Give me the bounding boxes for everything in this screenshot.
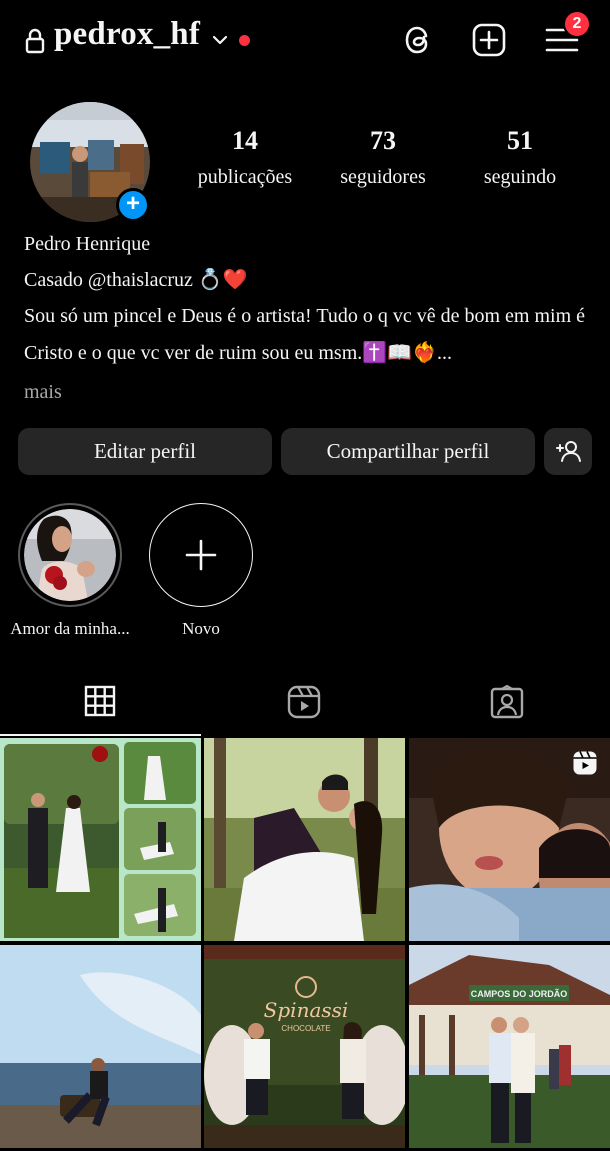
profile-name: Pedro Henrique <box>24 233 151 255</box>
stat-following-label: seguindo <box>483 166 557 188</box>
post-thumbnail[interactable]: Spinassi CHOCOLATE <box>204 945 405 1148</box>
tab-grid[interactable] <box>0 672 203 736</box>
stat-following-count: 51 <box>507 126 533 155</box>
add-story-plus-icon[interactable]: + <box>116 188 150 222</box>
highlight-new-label: Novo <box>182 619 220 638</box>
stat-followers-count: 73 <box>370 126 396 155</box>
stat-followers-label: seguidores <box>340 166 426 188</box>
profile-tabs <box>0 672 610 736</box>
post-image <box>0 738 201 941</box>
notification-badge: 2 <box>563 10 591 38</box>
post-thumbnail[interactable] <box>0 738 201 941</box>
highlight-new[interactable]: Novo <box>149 503 253 639</box>
plus-icon <box>185 539 216 570</box>
post-thumbnail[interactable] <box>0 945 201 1148</box>
stat-posts-count: 14 <box>232 126 258 155</box>
add-post-icon[interactable] <box>471 22 507 58</box>
stat-posts-label: publicações <box>197 166 293 188</box>
bio-line-1: Casado @thaislacruz 💍❤️ <box>24 269 248 291</box>
profile-avatar[interactable]: + <box>30 102 150 222</box>
reel-indicator-icon <box>573 751 597 775</box>
active-tab-indicator <box>0 734 201 736</box>
post-thumbnail[interactable] <box>409 738 610 941</box>
stat-following[interactable]: 51 seguindo <box>450 126 590 189</box>
highlight-story[interactable]: Amor da minha... <box>10 503 130 639</box>
threads-icon[interactable] <box>400 22 436 58</box>
post-image <box>0 945 201 1148</box>
post-thumbnail[interactable]: CAMPOS DO JORDÃO <box>409 945 610 1148</box>
tagged-icon <box>490 685 524 719</box>
reels-icon <box>287 685 321 719</box>
post-thumbnail[interactable] <box>204 738 405 941</box>
post-image: Spinassi CHOCOLATE <box>204 945 405 1148</box>
tab-reels[interactable] <box>203 672 406 736</box>
edit-profile-button[interactable]: Editar perfil <box>18 428 272 475</box>
svg-text:Spinassi: Spinassi <box>264 998 349 1022</box>
bio-more-link[interactable]: mais <box>24 374 604 410</box>
stat-followers[interactable]: 73 seguidores <box>313 126 453 189</box>
add-person-icon <box>556 441 581 462</box>
post-image <box>204 738 405 941</box>
tab-tagged[interactable] <box>406 672 609 736</box>
stat-posts[interactable]: 14 publicações <box>175 126 315 189</box>
account-username[interactable]: pedrox_hf <box>54 16 200 53</box>
post-grid: Spinassi CHOCOLATE CAMPOS DO JORDÃO <box>0 738 610 1151</box>
top-bar: pedrox_hf 2 <box>0 0 610 84</box>
account-notification-dot <box>239 35 250 46</box>
discover-people-button[interactable] <box>544 428 592 475</box>
lock-icon <box>25 28 45 54</box>
highlight-label: Amor da minha... <box>10 619 130 638</box>
svg-text:CHOCOLATE: CHOCOLATE <box>281 1024 330 1033</box>
share-profile-button[interactable]: Compartilhar perfil <box>281 428 535 475</box>
chevron-down-icon[interactable] <box>210 30 230 50</box>
svg-text:CAMPOS DO JORDÃO: CAMPOS DO JORDÃO <box>471 989 568 999</box>
grid-icon <box>84 685 116 717</box>
bio-text: Sou só um pincel e Deus é o artista! Tud… <box>24 305 586 364</box>
post-image: CAMPOS DO JORDÃO <box>409 945 610 1148</box>
highlight-cover <box>24 509 116 601</box>
